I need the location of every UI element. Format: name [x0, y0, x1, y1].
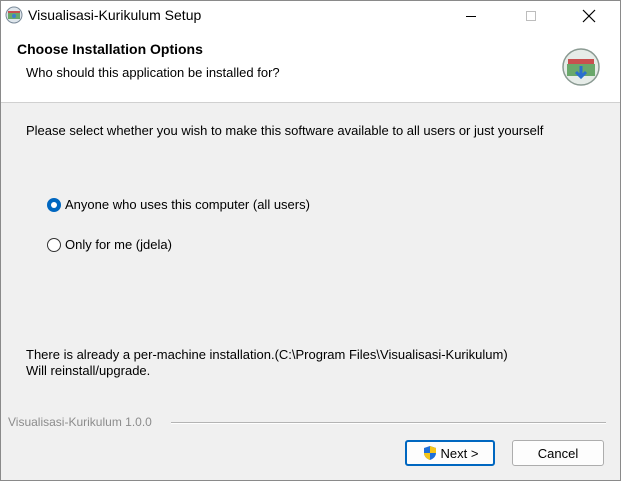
- setup-window: Visualisasi-Kurikulum Setup Choose Insta…: [0, 0, 621, 481]
- page-title: Choose Installation Options: [17, 41, 203, 57]
- next-button[interactable]: Next >: [405, 440, 495, 466]
- maximize-button[interactable]: [508, 1, 554, 31]
- close-button[interactable]: [566, 1, 612, 31]
- title-bar[interactable]: Visualisasi-Kurikulum Setup: [1, 1, 620, 31]
- app-icon: [5, 6, 23, 24]
- minimize-icon: [466, 16, 476, 17]
- page-subtitle: Who should this application be installed…: [26, 65, 280, 80]
- radio-label-all-users[interactable]: Anyone who uses this computer (all users…: [65, 197, 310, 212]
- radio-button-checked[interactable]: [47, 197, 61, 212]
- close-icon: [582, 9, 596, 23]
- instruction-text: Please select whether you wish to make t…: [26, 123, 544, 138]
- radio-only-me[interactable]: Only for me (jdela): [47, 237, 172, 252]
- note-line-1: There is already a per-machine installat…: [26, 347, 508, 362]
- installer-logo-icon: [562, 48, 600, 86]
- radio-all-users[interactable]: Anyone who uses this computer (all users…: [47, 197, 310, 212]
- page-header: Choose Installation Options Who should t…: [1, 31, 620, 103]
- cancel-button[interactable]: Cancel: [512, 440, 604, 466]
- footer-divider: [171, 422, 606, 424]
- branding-text: Visualisasi-Kurikulum 1.0.0: [8, 415, 152, 429]
- next-button-label: Next >: [440, 445, 479, 461]
- minimize-button[interactable]: [448, 1, 494, 31]
- note-line-2: Will reinstall/upgrade.: [26, 363, 151, 378]
- uac-shield-icon: [423, 446, 436, 460]
- radio-label-only-me[interactable]: Only for me (jdela): [65, 237, 172, 252]
- radio-button-unchecked[interactable]: [47, 237, 61, 252]
- window-title: Visualisasi-Kurikulum Setup: [28, 7, 202, 23]
- maximize-icon: [526, 11, 536, 21]
- existing-install-note: There is already a per-machine installat…: [26, 347, 508, 379]
- cancel-button-label: Cancel: [537, 445, 579, 461]
